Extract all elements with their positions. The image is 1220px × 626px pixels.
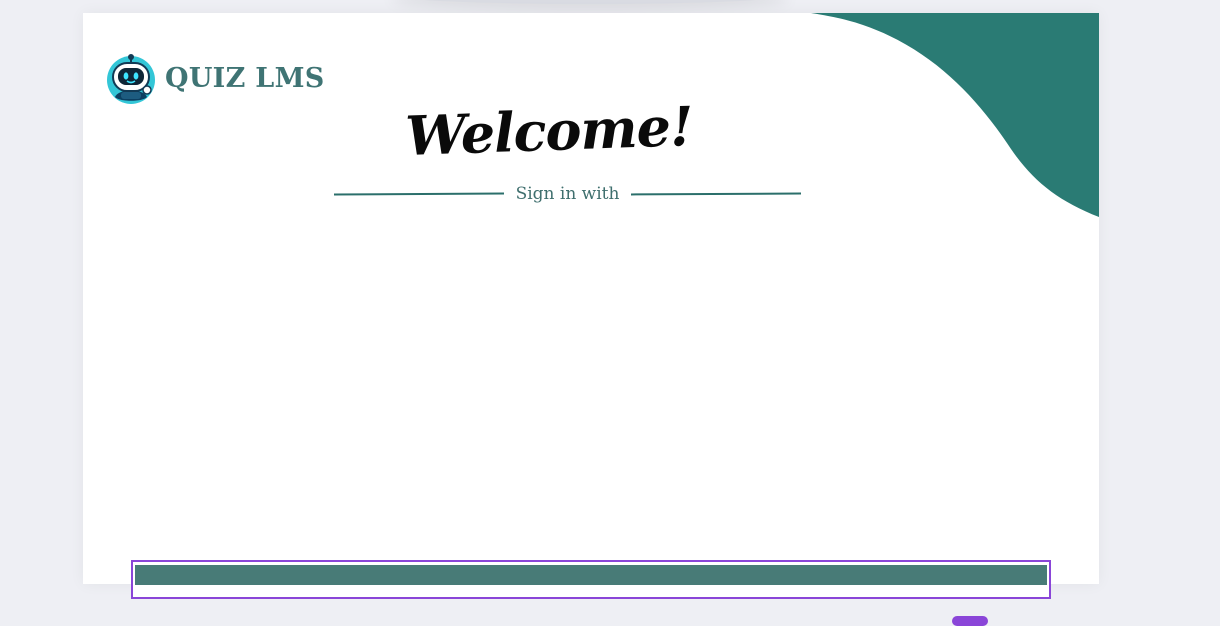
signin-divider: Sign in with [333, 181, 802, 207]
brand[interactable]: QUIZ LMS [105, 51, 325, 105]
login-card: QUIZ LMS Welcome! Sign in with [83, 13, 1099, 584]
sign-in-button[interactable] [131, 560, 1051, 599]
signin-with-label: Sign in with [515, 184, 620, 204]
sign-in-button-fill [135, 565, 1047, 585]
divider-line-right [631, 192, 802, 196]
floating-action-pill[interactable] [952, 616, 988, 626]
divider-line-left [333, 192, 504, 196]
brand-title: QUIZ LMS [165, 62, 325, 94]
robot-mascot-icon [107, 54, 155, 104]
top-shadow-decoration [390, 0, 790, 4]
